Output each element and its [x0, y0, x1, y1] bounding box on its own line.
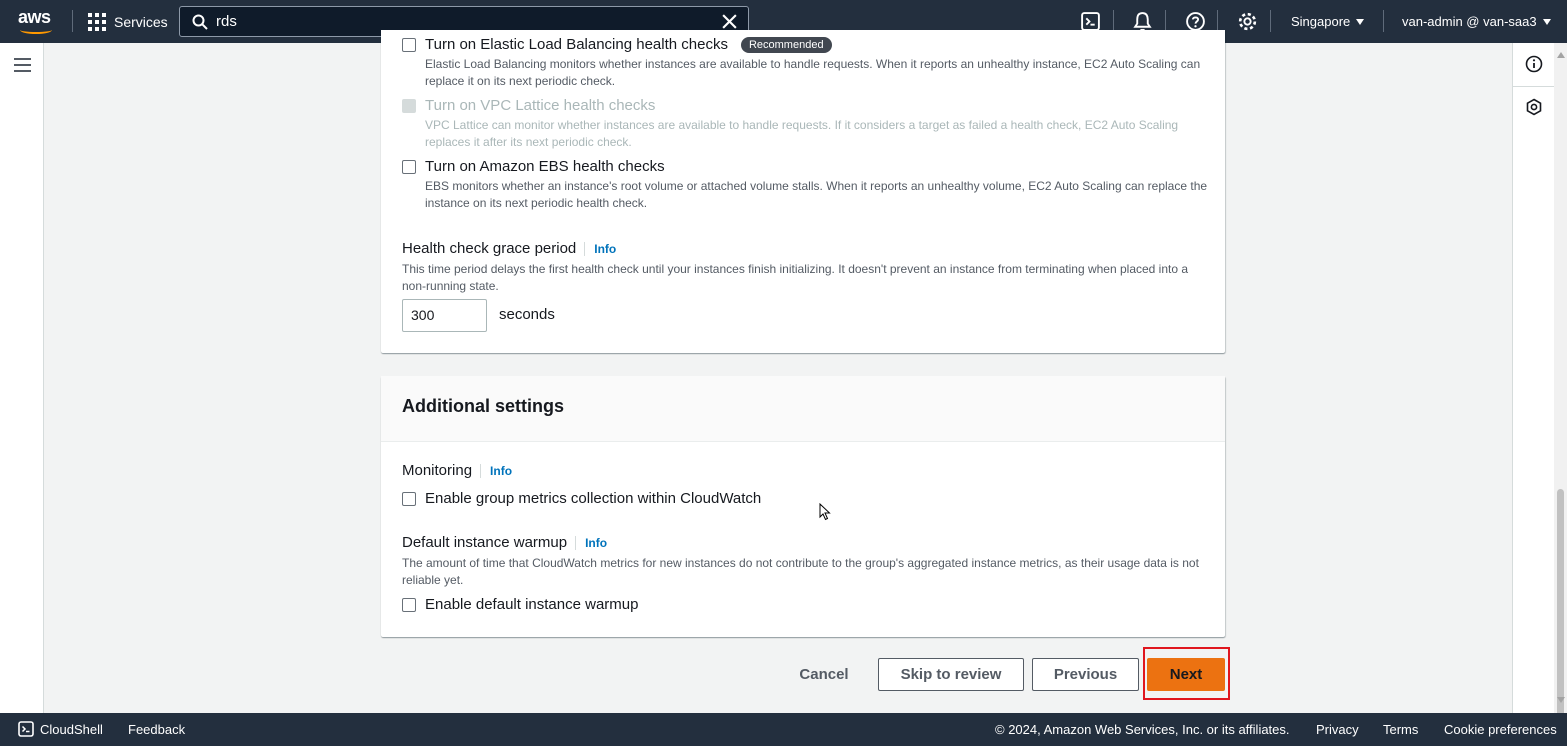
cloudshell-icon[interactable] — [1080, 11, 1101, 32]
next-button[interactable]: Next — [1147, 658, 1225, 691]
aws-logo-text: aws — [18, 7, 51, 27]
nav-divider — [1165, 10, 1166, 32]
grace-period-unit: seconds — [499, 306, 555, 323]
aws-logo[interactable]: aws — [18, 8, 56, 36]
left-rail — [0, 43, 44, 713]
recommended-badge: Recommended — [740, 36, 832, 53]
grace-period-label: Health check grace period — [402, 240, 577, 257]
services-label: Services — [114, 13, 168, 30]
feedback-link[interactable]: Feedback — [128, 722, 185, 737]
warmup-option[interactable]: Enable default instance warmup — [402, 596, 638, 613]
warmup-label-row: Default instance warmup Info — [402, 534, 607, 551]
grace-period-description: This time period delays the first health… — [402, 262, 1189, 293]
vpc-lattice-checkbox — [402, 98, 416, 113]
elb-health-check-label: Turn on Elastic Load Balancing health ch… — [425, 36, 728, 53]
search-icon — [192, 14, 208, 30]
region-selector[interactable]: Singapore — [1291, 0, 1365, 43]
vpc-lattice-label: Turn on VPC Lattice health checks — [425, 97, 656, 114]
group-metrics-checkbox[interactable] — [402, 491, 416, 506]
elb-health-check-option[interactable]: Turn on Elastic Load Balancing health ch… — [402, 36, 832, 53]
cloudshell-footer-icon[interactable] — [18, 721, 34, 737]
grace-period-label-row: Health check grace period Info — [402, 240, 616, 257]
ebs-health-check-description: EBS monitors whether an instance's root … — [425, 179, 1208, 210]
additional-settings-title: Additional settings — [402, 396, 564, 416]
account-menu[interactable]: van-admin @ van-saa3 — [1402, 0, 1551, 43]
page-scrollbar[interactable] — [1554, 43, 1567, 737]
privacy-link[interactable]: Privacy — [1316, 722, 1359, 737]
help-icon[interactable] — [1185, 11, 1206, 32]
terms-link[interactable]: Terms — [1383, 722, 1418, 737]
warmup-description: The amount of time that CloudWatch metri… — [402, 556, 1199, 587]
resources-hexagon-icon[interactable] — [1525, 98, 1543, 116]
monitoring-label: Monitoring — [402, 462, 473, 479]
ebs-health-check-label: Turn on Amazon EBS health checks — [425, 158, 665, 175]
vpc-lattice-health-check-option: Turn on VPC Lattice health checks — [402, 97, 655, 114]
elb-health-check-description: Elastic Load Balancing monitors whether … — [425, 57, 1201, 88]
ebs-health-check-option[interactable]: Turn on Amazon EBS health checks — [402, 158, 665, 175]
account-label: van-admin @ van-saa3 — [1402, 14, 1537, 29]
cookie-preferences-link[interactable]: Cookie preferences — [1444, 722, 1557, 737]
nav-divider — [1217, 10, 1218, 32]
region-caret-icon — [1356, 18, 1365, 25]
settings-gear-icon[interactable] — [1237, 11, 1258, 32]
scroll-up-icon[interactable] — [1557, 52, 1565, 58]
region-label: Singapore — [1291, 14, 1351, 29]
info-panel-icon[interactable] — [1525, 55, 1543, 73]
warmup-checkbox-label: Enable default instance warmup — [425, 596, 639, 613]
group-metrics-option[interactable]: Enable group metrics collection within C… — [402, 490, 761, 507]
previous-button[interactable]: Previous — [1032, 658, 1139, 691]
scroll-down-icon[interactable] — [1557, 697, 1565, 703]
mouse-cursor-icon — [819, 503, 831, 521]
health-checks-card: Turn on Elastic Load Balancing health ch… — [381, 30, 1225, 353]
group-metrics-label: Enable group metrics collection within C… — [425, 490, 762, 507]
warmup-label: Default instance warmup — [402, 534, 568, 551]
services-grid-icon — [88, 12, 106, 31]
cancel-button[interactable]: Cancel — [792, 658, 856, 691]
ebs-health-check-checkbox[interactable] — [402, 159, 416, 174]
additional-settings-card: Additional settings Monitoring Info Enab… — [381, 376, 1225, 637]
vpc-lattice-description: VPC Lattice can monitor whether instance… — [425, 118, 1179, 149]
aws-logo-smile — [20, 26, 52, 34]
right-rail-divider — [1513, 86, 1555, 87]
nav-divider — [72, 10, 73, 32]
elb-health-check-checkbox[interactable] — [402, 37, 416, 52]
nav-divider — [1113, 10, 1114, 32]
warmup-checkbox[interactable] — [402, 597, 416, 612]
skip-to-review-button[interactable]: Skip to review — [878, 658, 1024, 691]
hamburger-menu-icon[interactable] — [14, 58, 31, 72]
right-rail — [1512, 43, 1555, 713]
nav-divider — [1383, 10, 1384, 32]
services-menu[interactable]: Services — [88, 0, 168, 43]
clear-search-icon[interactable] — [721, 13, 738, 30]
cloudshell-link[interactable]: CloudShell — [40, 722, 103, 737]
monitoring-info-link[interactable]: Info — [480, 463, 512, 478]
grace-period-input[interactable]: 300 — [402, 299, 487, 332]
account-caret-icon — [1542, 18, 1551, 25]
notifications-bell-icon[interactable] — [1132, 11, 1153, 32]
nav-divider — [1270, 10, 1271, 32]
grace-period-info-link[interactable]: Info — [584, 241, 616, 256]
copyright-text: © 2024, Amazon Web Services, Inc. or its… — [995, 722, 1290, 737]
monitoring-label-row: Monitoring Info — [402, 462, 512, 479]
additional-settings-header: Additional settings — [381, 376, 1225, 442]
warmup-info-link[interactable]: Info — [575, 535, 607, 550]
bottom-bar: CloudShell Feedback © 2024, Amazon Web S… — [0, 713, 1567, 746]
